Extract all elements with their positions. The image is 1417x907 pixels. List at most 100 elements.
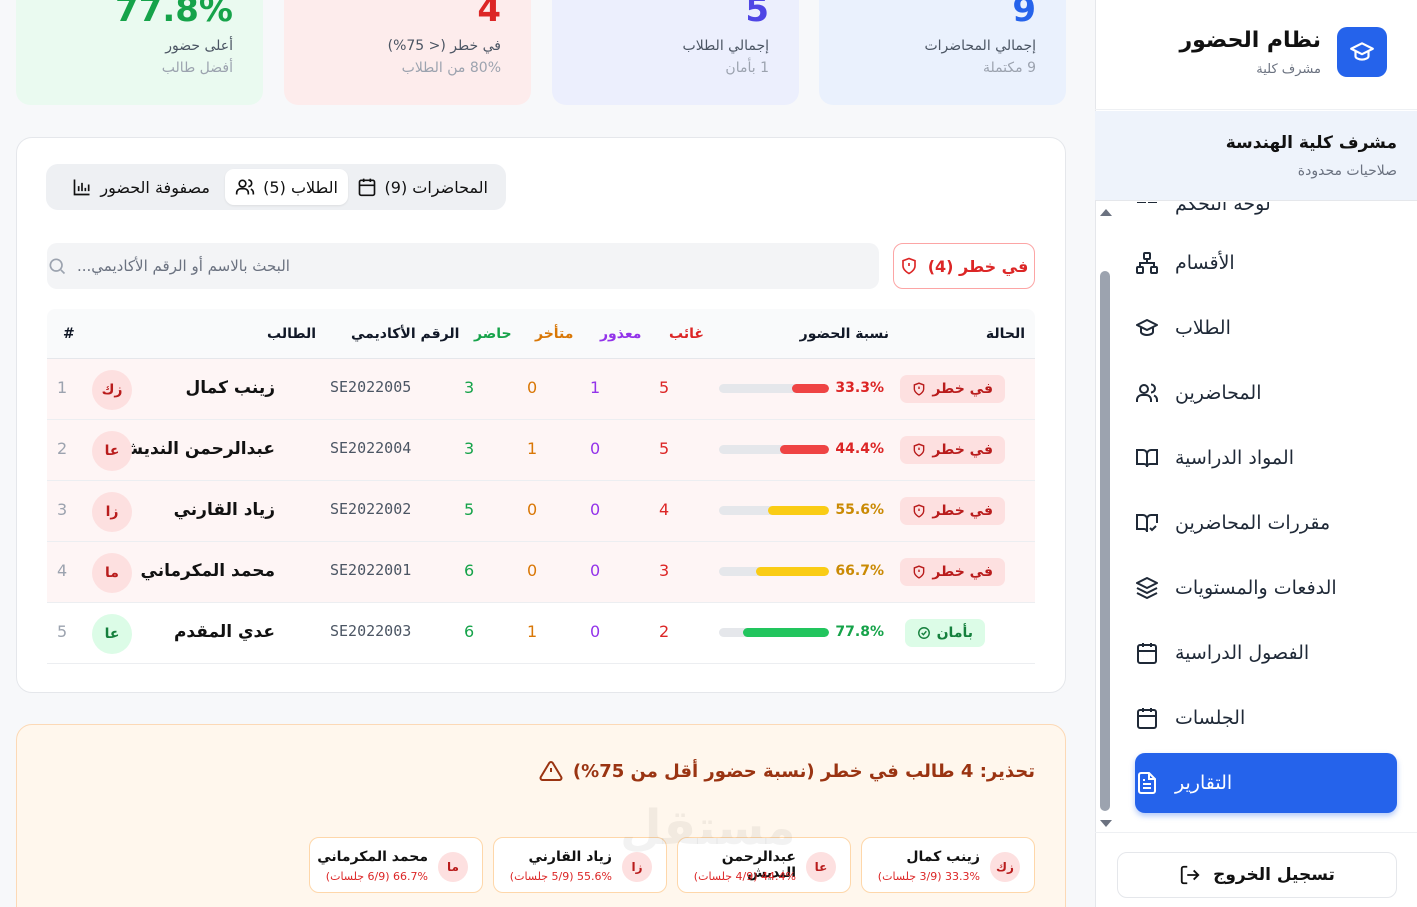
academic-id: SE2022003 (330, 622, 412, 640)
sidebar-item-label: الجلسات (1175, 707, 1246, 729)
stat-sub: 9 مكتملة (982, 60, 1036, 76)
table-header: الحالة نسبة الحضور غائب معذور متأخر حاضر… (47, 309, 1035, 359)
student-name: زينب كمال (185, 378, 275, 398)
avatar: عا (92, 431, 132, 471)
sidebar-item-label: المحاضرين (1175, 382, 1262, 404)
table-row[interactable]: بأمان 77.8% 2 0 1 6 SE2022003 عدي المقدم… (47, 603, 1035, 664)
table-row[interactable]: في خطر 33.3% 5 1 0 3 SE2022005 زينب كمال… (47, 359, 1035, 420)
sidebar: نظام الحضور مشرف كلية مشرف كلية الهندسة … (1095, 0, 1417, 907)
app-subtitle: مشرف كلية (1256, 62, 1321, 77)
sidebar-item-departments[interactable]: الأقسام (1135, 233, 1397, 293)
stat-label: في خطر (< 75%) (387, 38, 501, 54)
sidebar-item-semesters[interactable]: الفصول الدراسية (1135, 623, 1397, 683)
stat-card-at-risk: 4 في خطر (< 75%) 80% من الطلاب (284, 0, 531, 105)
sidebar-item-label: لوحة التحكم (1175, 202, 1271, 215)
sidebar-item-label: الفصول الدراسية (1175, 642, 1310, 664)
graduation-cap-icon (1136, 319, 1158, 336)
logout-label: تسجيل الخروج (1213, 865, 1335, 885)
rate-text: 77.8% (835, 624, 884, 640)
logout-button[interactable]: تسجيل الخروج (1117, 852, 1397, 898)
scroll-thumb[interactable] (1100, 271, 1110, 811)
late-count: 0 (527, 500, 538, 519)
student-name: عبدالرحمن النديش (119, 439, 275, 459)
users-icon (1136, 383, 1158, 402)
stat-label: إجمالي الطلاب (682, 38, 769, 54)
calendar-icon (358, 178, 375, 197)
student-name: زياد القارني (173, 500, 275, 520)
at-risk-filter-button[interactable]: في خطر (4) (893, 243, 1035, 289)
sidebar-scrollbar[interactable] (1098, 205, 1112, 827)
sidebar-item-label: الدفعات والمستويات (1175, 577, 1337, 599)
search-icon (49, 258, 66, 275)
chip-detail: 66.7% (6/9 جلسات) (325, 870, 428, 883)
avatar: زا (92, 492, 132, 532)
report-tabs: المحاضرات (9) الطلاب (5) مصفوفة الحضور (46, 164, 506, 210)
header-present: حاضر (474, 326, 512, 342)
sidebar-item-label: المواد الدراسية (1175, 447, 1294, 469)
row-number: 4 (57, 561, 68, 580)
sidebar-item-lecturers[interactable]: المحاضرين (1135, 363, 1397, 423)
divider (1095, 832, 1417, 833)
at-risk-student-chip[interactable]: زك زينب كمال 33.3% (3/9 جلسات) (861, 837, 1035, 893)
tab-lectures[interactable]: المحاضرات (9) (347, 169, 498, 205)
tab-label: مصفوفة الحضور (100, 177, 210, 197)
tab-students[interactable]: الطلاب (5) (225, 169, 348, 205)
late-count: 0 (527, 378, 538, 397)
shield-alert-icon (901, 257, 916, 275)
sidebar-item-dashboard[interactable]: لوحة التحكم (1135, 202, 1397, 234)
present-count: 3 (464, 378, 475, 397)
absent-count: 3 (659, 561, 670, 580)
check-circle-icon (917, 627, 930, 639)
calendar-grid-icon (1137, 643, 1157, 664)
at-risk-student-chip[interactable]: ما محمد المكرماني 66.7% (6/9 جلسات) (309, 837, 483, 893)
stat-card-top-attendance: 77.8% أعلى حضور أفضل طالب (16, 0, 263, 105)
status-badge: بأمان (904, 619, 985, 647)
excused-count: 0 (590, 439, 601, 458)
academic-id: SE2022001 (330, 561, 412, 579)
rate-bar-fill (767, 506, 829, 515)
scroll-down-arrow-icon[interactable] (1100, 820, 1112, 827)
table-row[interactable]: في خطر 44.4% 5 0 1 3 SE2022004 عبدالرحمن… (47, 420, 1035, 481)
sidebar-item-sessions[interactable]: الجلسات (1135, 688, 1397, 748)
sidebar-nav: لوحة التحكم الأقسام الطلاب المحاضرين الم… (1095, 202, 1417, 824)
stat-value: 5 (745, 0, 769, 30)
header-student: الطالب (267, 326, 317, 342)
tab-matrix[interactable]: مصفوفة الحضور (62, 169, 220, 205)
chip-name: زياد القارني (528, 849, 612, 865)
excused-count: 0 (590, 622, 601, 641)
sidebar-item-subjects[interactable]: المواد الدراسية (1135, 428, 1397, 488)
shield-alert-icon (913, 504, 925, 518)
student-name: عدي المقدم (173, 622, 275, 642)
sidebar-item-reports[interactable]: التقارير (1135, 753, 1397, 813)
sidebar-item-students[interactable]: الطلاب (1135, 298, 1397, 358)
search-placeholder: البحث بالاسم أو الرقم الأكاديمي... (77, 257, 290, 275)
rate-bar-fill (792, 384, 829, 393)
present-count: 3 (464, 439, 475, 458)
stat-value: 4 (477, 0, 501, 30)
tab-label: الطلاب (5) (263, 177, 338, 197)
table-row[interactable]: في خطر 66.7% 3 0 0 6 SE2022001 محمد المك… (47, 542, 1035, 603)
search-input[interactable]: البحث بالاسم أو الرقم الأكاديمي... (47, 243, 879, 289)
status-text: في خطر (932, 503, 993, 519)
header-num: # (63, 326, 75, 342)
sidebar-item-batches[interactable]: الدفعات والمستويات (1135, 558, 1397, 618)
avatar: عا (806, 852, 836, 882)
row-number: 3 (57, 500, 68, 519)
scroll-up-arrow-icon[interactable] (1100, 209, 1112, 216)
header-absent: غائب (669, 326, 704, 342)
status-text: بأمان (936, 625, 973, 641)
header-status: الحالة (985, 326, 1025, 342)
present-count: 6 (464, 561, 475, 580)
sidebar-item-label: التقارير (1175, 772, 1233, 794)
layers-icon (1136, 577, 1158, 599)
table-row[interactable]: في خطر 55.6% 4 0 0 5 SE2022002 زياد القا… (47, 481, 1035, 542)
at-risk-warning: تحذير: 4 طالب في خطر (نسبة حضور أقل من 7… (16, 724, 1066, 907)
stat-value: 9 (1012, 0, 1036, 30)
bar-chart-icon (74, 179, 90, 196)
sidebar-item-lecturer-courses[interactable]: مقررات المحاضرين (1135, 493, 1397, 553)
rate-bar (719, 567, 829, 576)
rate-bar (719, 384, 829, 393)
academic-id: SE2022002 (330, 500, 412, 518)
brand-header: نظام الحضور مشرف كلية (1095, 0, 1417, 110)
user-role: صلاحيات محدودة (1297, 163, 1397, 179)
